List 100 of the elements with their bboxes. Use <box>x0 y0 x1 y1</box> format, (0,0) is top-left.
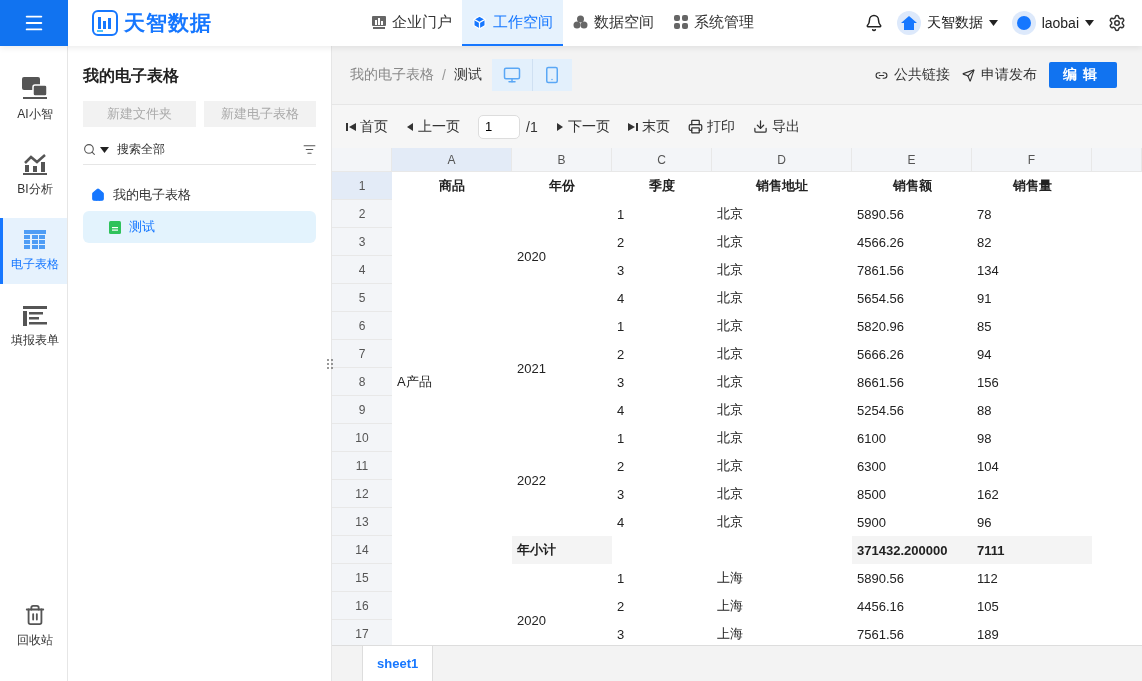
table-cell-text: 2020 <box>516 247 547 266</box>
row-header[interactable]: 17 <box>332 620 392 645</box>
table-cell-text: 96 <box>976 513 993 532</box>
table-cell-text: 2020 <box>516 611 547 630</box>
table-cell-text: 上海 <box>716 597 744 615</box>
toolbar-button[interactable]: 首页 <box>346 117 388 136</box>
table-cell-text: A产品 <box>396 373 433 391</box>
row-header[interactable]: 2 <box>332 200 392 228</box>
table-cell-text: 189 <box>976 625 1000 644</box>
caret-icon <box>100 146 109 153</box>
rail-item[interactable]: AI小智 <box>0 66 67 132</box>
table-cell-text: 2 <box>616 345 626 364</box>
nav-tab[interactable]: 系统管理 <box>664 0 764 46</box>
header-cell-text: 销售量 <box>1011 177 1053 195</box>
sheet-tab[interactable]: sheet1 <box>362 646 434 681</box>
header-cell-text: 年份 <box>548 177 576 195</box>
row-header[interactable]: 6 <box>332 312 392 340</box>
toolbar-button[interactable]: 上一页 <box>406 117 460 136</box>
row-header[interactable]: 10 <box>332 424 392 452</box>
row-header[interactable]: 15 <box>332 564 392 592</box>
table-cell-text: 北京 <box>716 345 744 363</box>
search-field[interactable]: 搜索全部 <box>83 135 316 165</box>
table-cell-text: 4566.26 <box>856 233 905 252</box>
rail-item[interactable]: 回收站 <box>0 593 67 659</box>
menu-button[interactable] <box>0 0 68 46</box>
column-header[interactable]: B <box>512 148 612 172</box>
send-icon <box>962 68 975 82</box>
table-cell-text: 北京 <box>716 233 744 251</box>
row-header[interactable]: 12 <box>332 480 392 508</box>
org-switcher[interactable]: 天智数据 <box>896 11 998 35</box>
table-cell-text: 6300 <box>856 457 887 476</box>
nav-tab[interactable]: 工作空间 <box>462 0 563 46</box>
table-cell-text: 82 <box>976 233 993 252</box>
toolbar-button[interactable]: 打印 <box>687 117 735 136</box>
settings-icon[interactable] <box>1108 14 1126 32</box>
edit-button[interactable]: 编辑 <box>1049 62 1117 88</box>
table-cell-text: 北京 <box>716 289 744 307</box>
table-cell-text: 5666.26 <box>856 345 905 364</box>
row-header[interactable]: 7 <box>332 340 392 368</box>
breadcrumb-link[interactable]: 测试 <box>453 66 482 84</box>
table-cell-text: 4 <box>616 289 626 308</box>
column-header[interactable]: C <box>612 148 712 172</box>
table-cell-text: 3 <box>616 373 626 392</box>
row-header[interactable]: 11 <box>332 452 392 480</box>
row-header[interactable]: 14 <box>332 536 392 564</box>
rail-item[interactable]: 填报表单 <box>0 294 67 360</box>
table-cell-text: 1 <box>616 317 626 336</box>
tree-item[interactable]: 我的电子表格 <box>83 179 316 211</box>
table-cell-text: 3 <box>616 625 626 644</box>
column-header[interactable]: E <box>852 148 972 172</box>
page-input[interactable]: 1 <box>478 114 520 139</box>
row-header[interactable]: 3 <box>332 228 392 256</box>
table-cell-text: 98 <box>976 429 993 448</box>
user-menu[interactable]: laobai <box>1011 11 1094 35</box>
table-cell-text: 2 <box>616 597 626 616</box>
toolbar-button[interactable]: 末页 <box>627 117 670 136</box>
row-header[interactable]: 8 <box>332 368 392 396</box>
bell-icon[interactable] <box>864 14 883 32</box>
row-header[interactable]: 5 <box>332 284 392 312</box>
table-cell-text: 94 <box>976 345 993 364</box>
table-cell-text: 6100 <box>856 429 887 448</box>
toolbar-button[interactable]: 导出 <box>752 117 800 136</box>
bar-chart-icon <box>372 15 386 29</box>
table-cell-text: 88 <box>976 401 993 420</box>
row-header[interactable]: 13 <box>332 508 392 536</box>
table-cell-text: 8500 <box>856 485 887 504</box>
drag-handle-icon[interactable] <box>327 358 333 370</box>
table-cell-text: 4 <box>616 401 626 420</box>
tree-item[interactable]: 测试 <box>83 211 316 243</box>
filter-icon[interactable] <box>303 143 316 156</box>
row-header[interactable]: 4 <box>332 256 392 284</box>
column-header[interactable]: A <box>392 148 512 172</box>
action-link[interactable]: 公共链接 <box>875 66 950 84</box>
row-header[interactable]: 16 <box>332 592 392 620</box>
table-cell-text: 北京 <box>716 429 744 447</box>
action-link[interactable]: 申请发布 <box>962 66 1037 84</box>
table-cell-text: 91 <box>976 289 993 308</box>
rail-item[interactable]: 电子表格 <box>0 218 67 284</box>
nav-tab[interactable]: 数据空间 <box>563 0 664 46</box>
table-cell-text: 134 <box>976 261 1000 280</box>
nav-tab[interactable]: 企业门户 <box>362 0 462 46</box>
toolbar-button[interactable]: 下一页 <box>555 117 610 136</box>
header-cell-text: 商品 <box>438 177 466 195</box>
table-icon <box>24 229 46 250</box>
list-icon <box>23 305 47 326</box>
table-cell-text: 2 <box>616 457 626 476</box>
table-cell-text: 北京 <box>716 205 744 223</box>
column-header[interactable]: F <box>972 148 1092 172</box>
logo-text: 天智数据 <box>124 10 212 36</box>
page-total: /1 <box>526 118 538 135</box>
row-header[interactable]: 9 <box>332 396 392 424</box>
table-cell-text: 北京 <box>716 261 744 279</box>
table-cell-text: 5900 <box>856 513 887 532</box>
cube-icon <box>472 14 487 30</box>
column-header[interactable]: D <box>712 148 852 172</box>
panel-title: 我的电子表格 <box>83 66 180 86</box>
header-cell-text: 季度 <box>648 177 676 195</box>
table-cell-text: 北京 <box>716 401 744 419</box>
row-header[interactable]: 1 <box>332 172 392 200</box>
rail-item[interactable]: BI分析 <box>0 142 67 208</box>
